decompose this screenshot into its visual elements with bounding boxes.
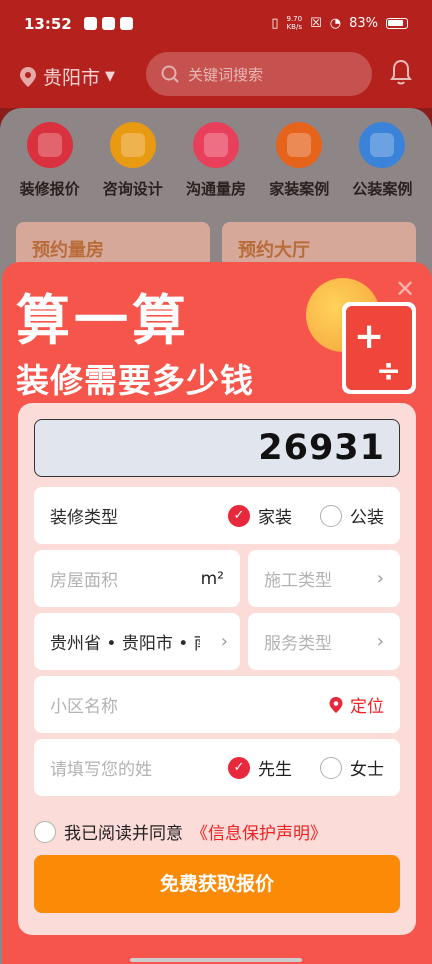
tiktok-icon [84,17,97,30]
app-notification-icon [120,17,133,30]
quote-icon [26,122,73,168]
briefcase-icon [359,122,406,168]
area-unit: m² [200,568,224,589]
option-mr[interactable]: ✓ 先生 [228,755,292,780]
category-design[interactable]: 咨询设计 [91,122,174,199]
area-field[interactable]: 房屋面积 m² [34,550,240,607]
battery-icon [386,17,408,29]
checked-radio-icon: ✓ [228,504,250,527]
category-quote[interactable]: 装修报价 [8,122,91,199]
bell-icon[interactable] [388,58,414,86]
get-quote-button[interactable]: 免费获取报价 [34,855,400,913]
quote-form: 26931 装修类型 ✓ 家装 公装 房屋面积 m² 施工类型 › 贵州省 • … [18,403,416,935]
category-measure[interactable]: 沟通量房 [174,122,257,199]
category-home-cases[interactable]: 家装案例 [258,122,341,199]
radio-icon [320,504,342,527]
category-office-cases[interactable]: 公装案例 [341,122,424,199]
community-field[interactable]: 小区名称 定位 [34,676,400,733]
city-selector[interactable]: 贵阳市 ▼ [18,63,115,90]
agreement-text: 我已阅读并同意 [64,824,183,844]
city-name: 贵阳市 [43,67,101,89]
construction-type-select[interactable]: 施工类型 › [248,550,400,607]
tape-measure-icon [193,122,239,168]
location-pin-icon [20,66,36,87]
modal-title: 算一算 [16,289,190,352]
top-header: 贵阳市 ▼ 关键词搜索 [0,48,432,108]
region-select[interactable]: 贵州省 • 贵阳市 • 南 › [34,613,240,670]
decoration-type-label: 装修类型 [50,508,118,528]
privacy-statement-link[interactable]: 《信息保护声明》 [191,819,327,844]
locate-button[interactable]: 定位 [328,692,384,717]
option-ms[interactable]: 女士 [320,755,384,780]
chevron-right-icon: › [220,631,228,652]
chat-icon [109,122,156,168]
quote-calculator-modal: 算一算 装修需要多少钱 + ÷ ✕ 26931 装修类型 ✓ 家装 公装 房屋面… [2,262,432,964]
chevron-right-icon: › [376,631,384,652]
home-indicator[interactable] [130,958,302,962]
notification-icons [84,17,133,30]
modal-subtitle: 装修需要多少钱 [16,361,254,400]
mail-icon [102,17,115,30]
option-home[interactable]: ✓ 家装 [228,503,292,528]
net-speed: 9.70 KB/s [286,15,303,31]
status-time: 13:52 [24,15,72,33]
service-type-select[interactable]: 服务类型 › [248,613,400,670]
surname-row: 请填写您的姓 ✓ 先生 女士 [34,739,400,796]
caret-down-icon: ▼ [105,69,116,84]
calculator-icon: + ÷ [342,302,416,394]
close-icon[interactable]: ✕ [394,277,416,301]
wifi-icon: ◔ [329,15,342,31]
surname-input[interactable]: 请填写您的姓 [50,755,152,780]
area-placeholder: 房屋面积 [50,571,118,591]
region-value: 贵州省 • 贵阳市 • 南 [50,634,200,654]
agreement-checkbox[interactable] [34,820,56,843]
location-pin-icon [329,696,343,713]
no-sim-icon: ☒ [310,15,322,31]
search-input[interactable]: 关键词搜索 [146,52,372,96]
search-icon [161,65,179,83]
battery-percent: 83% [349,15,378,31]
status-bar: 13:52 ▯ 9.70 KB/s ☒ ◔ 83% [0,0,432,50]
vibrate-icon: ▯ [271,15,279,31]
chevron-right-icon: › [376,568,384,589]
option-office[interactable]: 公装 [320,503,384,528]
category-grid: 装修报价 咨询设计 沟通量房 家装案例 公装案例 [0,122,432,199]
estimated-total: 26931 [34,419,400,477]
checked-radio-icon: ✓ [228,756,250,779]
house-icon [276,122,323,168]
radio-icon [320,756,342,779]
community-placeholder: 小区名称 [50,697,118,717]
agreement-row: 我已阅读并同意 《信息保护声明》 [34,819,327,844]
search-placeholder: 关键词搜索 [188,65,264,84]
decoration-type-row: 装修类型 ✓ 家装 公装 [34,487,400,544]
